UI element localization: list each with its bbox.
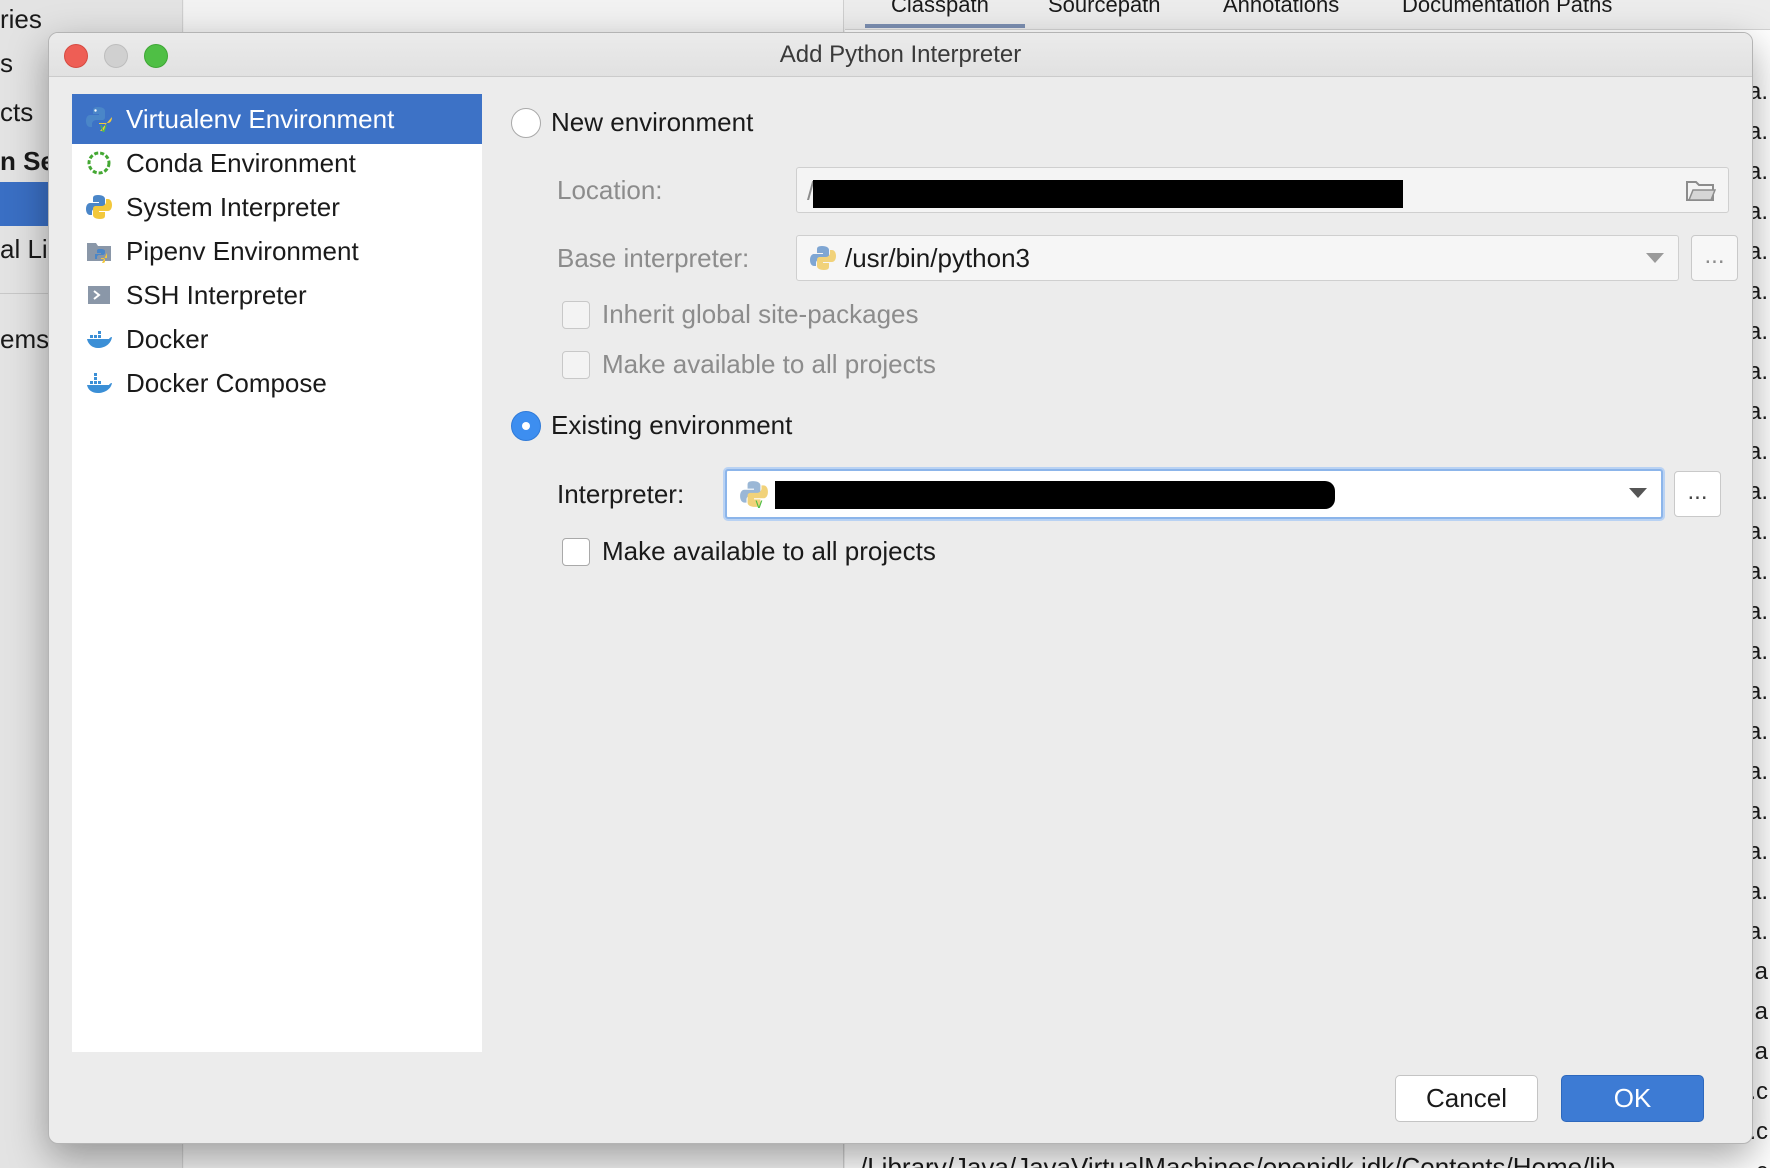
- sidebar-item-label: SSH Interpreter: [126, 279, 307, 310]
- interpreter-label: Interpreter:: [557, 479, 685, 509]
- svg-text:v: v: [100, 121, 107, 133]
- sidebar-item-system-interpreter[interactable]: System Interpreter: [72, 182, 482, 232]
- background-sidebar-item[interactable]: cts: [0, 97, 33, 128]
- ok-button[interactable]: OK: [1561, 1075, 1704, 1122]
- new-env-make-available-label[interactable]: Make available to all projects: [602, 349, 936, 380]
- conda-icon: [84, 148, 114, 178]
- new-env-make-available-checkbox[interactable]: [562, 351, 590, 379]
- tab-classpath[interactable]: Classpath: [891, 0, 989, 18]
- docker-compose-icon: [84, 368, 114, 398]
- redacted-interpreter-path: [775, 481, 1335, 509]
- redacted-location: [813, 180, 1403, 208]
- new-environment-radio[interactable]: [511, 108, 541, 138]
- active-tab-indicator: [865, 24, 1025, 28]
- location-field[interactable]: /: [796, 167, 1729, 213]
- sidebar-item-conda[interactable]: Conda Environment: [72, 138, 482, 188]
- base-interpreter-value: /usr/bin/python3: [845, 242, 1031, 273]
- background-path-row[interactable]: /Library/Java/JavaVirtualMachines/openjd…: [860, 1152, 1615, 1168]
- sidebar-item-label: Virtualenv Environment: [126, 103, 395, 134]
- sidebar-item-ssh[interactable]: SSH Interpreter: [72, 270, 482, 320]
- interpreter-dropdown[interactable]: v: [725, 469, 1663, 519]
- interpreter-browse-button[interactable]: ...: [1674, 471, 1721, 517]
- inherit-site-packages-checkbox[interactable]: [562, 301, 590, 329]
- make-available-checkbox[interactable]: [562, 538, 590, 566]
- virtualenv-icon: v: [84, 104, 114, 134]
- base-interpreter-browse-button[interactable]: ...: [1691, 235, 1738, 281]
- existing-environment-label[interactable]: Existing environment: [551, 410, 792, 441]
- location-label: Location:: [557, 175, 663, 205]
- title-bar: Add Python Interpreter: [49, 33, 1752, 77]
- tab-annotations[interactable]: Annotations: [1223, 0, 1339, 18]
- python-icon: [809, 244, 837, 272]
- inherit-site-packages-label[interactable]: Inherit global site-packages: [602, 299, 919, 330]
- existing-environment-radio[interactable]: [511, 411, 541, 441]
- sidebar-item-label: Conda Environment: [126, 147, 356, 178]
- add-python-interpreter-dialog: Add Python Interpreter v Virtualenv Envi…: [48, 32, 1753, 1144]
- ssh-icon: [84, 280, 114, 310]
- sidebar-item-virtualenv[interactable]: v Virtualenv Environment: [72, 94, 482, 144]
- tab-documentation-paths[interactable]: Documentation Paths: [1402, 0, 1612, 18]
- new-environment-label[interactable]: New environment: [551, 107, 753, 138]
- tab-sourcepath[interactable]: Sourcepath: [1048, 0, 1161, 18]
- sidebar-item-docker[interactable]: Docker: [72, 314, 482, 364]
- base-interpreter-dropdown[interactable]: /usr/bin/python3: [796, 235, 1679, 281]
- docker-icon: [84, 324, 114, 354]
- background-path-list: a. a. a. a. a. a. a. a. a. a. a. a. a. a. a. a. a. a. a. a.…: [1750, 30, 1770, 1168]
- chevron-down-icon: [1646, 253, 1664, 263]
- sidebar-item-docker-compose[interactable]: Docker Compose: [72, 358, 482, 408]
- folder-icon[interactable]: [1686, 178, 1717, 207]
- python-icon: [84, 192, 114, 222]
- background-sidebar-heading: n Se: [0, 146, 55, 176]
- background-path-row[interactable]: .c: [1750, 1158, 1768, 1168]
- pipenv-icon: [84, 236, 114, 266]
- background-sidebar-item[interactable]: ries: [0, 4, 42, 35]
- svg-text:v: v: [755, 497, 763, 509]
- sidebar-item-label: System Interpreter: [126, 191, 340, 222]
- background-sidebar-item[interactable]: ems: [0, 324, 49, 355]
- base-interpreter-label: Base interpreter:: [557, 243, 750, 273]
- dialog-title: Add Python Interpreter: [779, 41, 1022, 68]
- background-sidebar-item[interactable]: s: [0, 48, 13, 79]
- cancel-button[interactable]: Cancel: [1395, 1075, 1538, 1122]
- sidebar-item-label: Pipenv Environment: [126, 235, 359, 266]
- make-available-label[interactable]: Make available to all projects: [602, 536, 936, 567]
- chevron-down-icon: [1629, 488, 1647, 498]
- sidebar-item-label: Docker: [126, 323, 209, 354]
- virtualenv-icon: v: [739, 479, 769, 509]
- sidebar-item-label: Docker Compose: [126, 367, 327, 398]
- sidebar-item-pipenv[interactable]: Pipenv Environment: [72, 226, 482, 276]
- interpreter-type-list: v Virtualenv Environment Conda Environme…: [72, 94, 482, 1052]
